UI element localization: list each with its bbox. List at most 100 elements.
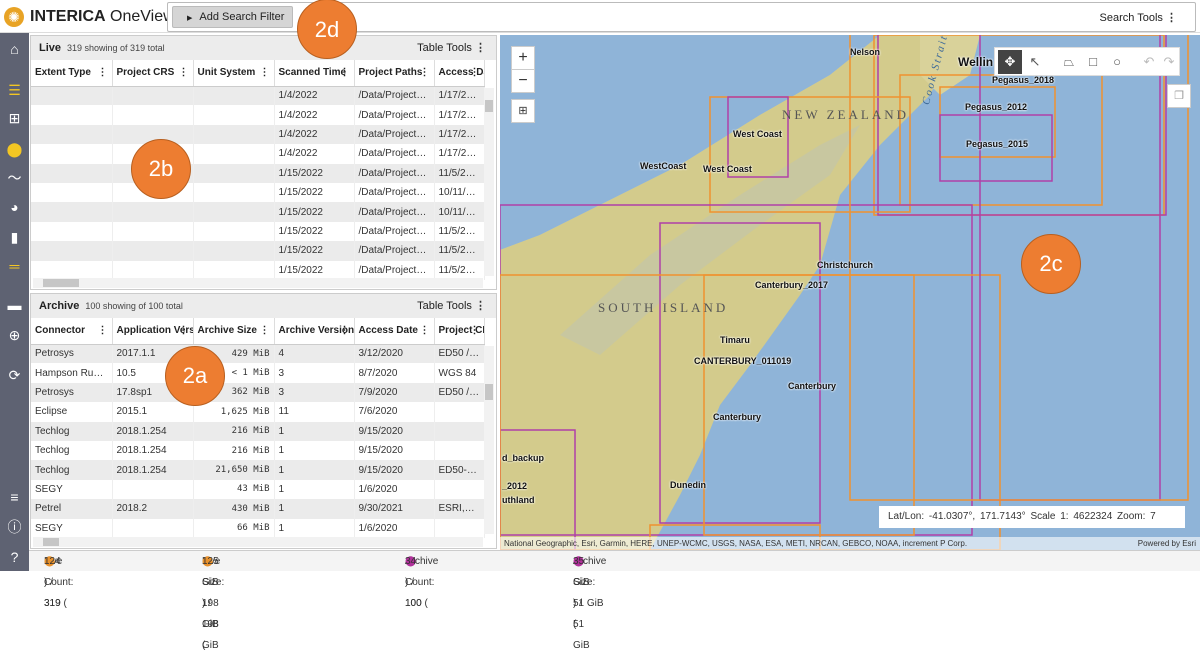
table-row[interactable]: 1/15/2022/Data/Projects... 11/5/2021 bbox=[31, 260, 485, 280]
table-cell: 21,650 MiB bbox=[193, 460, 275, 480]
column-header[interactable]: Archive Size ⋮ bbox=[193, 318, 275, 345]
table-cell bbox=[193, 260, 275, 280]
table-row[interactable]: Techlog 2018.1.254 216 MiB 1 9/15/2020 bbox=[31, 421, 485, 441]
live-coverage-rect bbox=[703, 274, 915, 536]
kebab-icon[interactable]: ⋮ bbox=[340, 325, 350, 336]
kebab-icon[interactable]: ⋮ bbox=[98, 325, 108, 336]
kebab-icon[interactable]: ⋮ bbox=[98, 67, 108, 78]
column-header[interactable]: Application Version⋮ bbox=[112, 318, 194, 345]
table-cell: 1/4/2022 bbox=[274, 86, 355, 106]
kebab-icon[interactable]: ⋮ bbox=[470, 325, 480, 336]
table-icon[interactable]: ☰ bbox=[0, 78, 29, 102]
table-cell bbox=[112, 105, 194, 125]
kebab-icon[interactable]: ⋮ bbox=[470, 67, 480, 78]
add-folder-icon[interactable]: ⊕ bbox=[0, 323, 29, 347]
table-cell: 1/15/2022 bbox=[274, 163, 355, 183]
table-row[interactable]: 1/4/2022/Data/Projects... 1/17/2020 bbox=[31, 124, 485, 145]
horizontal-scrollbar[interactable] bbox=[33, 278, 483, 288]
kebab-icon[interactable]: ⋮ bbox=[420, 325, 430, 336]
table-cell: /Data/Projects... bbox=[354, 105, 435, 125]
zoom-in-button[interactable]: + bbox=[511, 46, 535, 70]
info-icon[interactable]: ⓘ bbox=[0, 515, 29, 539]
folder-icon[interactable]: ▬ bbox=[0, 293, 29, 317]
table-cell bbox=[31, 86, 113, 106]
menu-icon[interactable]: ≡ bbox=[0, 485, 29, 509]
layers-icon[interactable]: ❐ bbox=[1167, 84, 1191, 108]
map-label: Wellin bbox=[958, 55, 994, 69]
table-row[interactable]: 1/15/2022/Data/Projects... 11/5/2021 bbox=[31, 221, 485, 242]
column-header[interactable]: Access Date⋮ bbox=[434, 60, 485, 87]
table-row[interactable]: Techlog 2018.1.254 216 MiB 1 9/15/2020 bbox=[31, 440, 485, 461]
table-cell bbox=[193, 241, 275, 261]
table-cell: ED50 / UTM bbox=[434, 344, 485, 364]
ruler-icon[interactable]: ═ bbox=[0, 254, 29, 278]
search-tools-button[interactable]: Search Tools ⋮ bbox=[1100, 11, 1177, 24]
table-row[interactable]: SEGY 66 MiB 1 1/6/2020 bbox=[31, 518, 485, 538]
vertical-scrollbar[interactable] bbox=[484, 346, 494, 534]
home-icon[interactable]: ⌂ bbox=[0, 37, 29, 61]
map-label: Canterbury bbox=[713, 412, 762, 422]
table-row[interactable]: 1/4/2022/Data/Projects... 1/17/2020 bbox=[31, 86, 485, 106]
table-row[interactable]: Petrosys17.8sp1362 MiB37/9/2020ED50 / UT… bbox=[31, 382, 485, 403]
table-cell: 2018.1.254 bbox=[112, 440, 194, 461]
table-row[interactable]: 1/4/2022/Data/Projects... 1/17/2020 bbox=[31, 105, 485, 125]
bar-chart-icon[interactable]: ▮ bbox=[0, 225, 29, 249]
polygon-icon[interactable]: ⏢ bbox=[1057, 50, 1081, 74]
column-header[interactable]: Project CRS⋮ bbox=[112, 60, 194, 87]
table-cell: 9/15/2020 bbox=[354, 440, 435, 461]
column-header[interactable]: Archive Version ⋮ bbox=[274, 318, 355, 345]
column-header[interactable]: Access Date⋮ bbox=[354, 318, 435, 345]
region-label: NEW ZEALAND bbox=[782, 107, 909, 122]
circle-icon[interactable]: ○ bbox=[1105, 50, 1129, 74]
kebab-icon[interactable]: ⋮ bbox=[260, 325, 270, 336]
table-row[interactable]: Petrel2018.2430 MiB19/30/2021ESRI,PE_10 bbox=[31, 499, 485, 519]
table-row[interactable]: Petrosys 2017.1.1 429 MiB 4 3/12/2020 ED50 / … bbox=[31, 344, 485, 364]
column-header[interactable]: Scanned Time ⋮ bbox=[274, 60, 355, 87]
kebab-icon[interactable]: ⋮ bbox=[260, 67, 270, 78]
table-row[interactable]: 1/15/2022/Data/Projects... 11/5/2021 bbox=[31, 163, 485, 183]
table-row[interactable]: 1/15/2022/Data/Projects... 11/5/2021 bbox=[31, 241, 485, 261]
column-header[interactable]: Connector ⋮ bbox=[31, 318, 113, 345]
column-header[interactable]: Extent Type ⋮ bbox=[31, 60, 113, 87]
help-icon[interactable]: ? bbox=[0, 545, 29, 569]
map-view[interactable]: NEW ZEALAND SOUTH ISLAND Cook Strait Nel… bbox=[500, 35, 1200, 550]
zoom-out-button[interactable]: − bbox=[511, 69, 535, 93]
column-header[interactable]: Project CRS⋮ bbox=[434, 318, 485, 345]
table-row[interactable]: 1/15/2022/Data/Projects... 10/11/2019 bbox=[31, 182, 485, 203]
table-cell: 1/17/2020 bbox=[434, 144, 485, 164]
pie-chart-icon[interactable]: ◕ bbox=[0, 195, 29, 219]
vertical-scrollbar[interactable] bbox=[484, 88, 494, 276]
table-row[interactable]: 1/4/2022/Data/Projects... 1/17/2020 bbox=[31, 144, 485, 164]
hierarchy-icon[interactable]: ⊞ bbox=[0, 106, 29, 130]
sync-icon[interactable]: ⟳ bbox=[0, 363, 29, 387]
column-header[interactable]: Unit System ⋮ bbox=[193, 60, 275, 87]
table-tools-button[interactable]: Table Tools ⋮ bbox=[417, 294, 486, 318]
table-row[interactable]: Hampson Russ... 10.5 < 1 MiB 3 8/7/2020 WGS 8… bbox=[31, 363, 485, 383]
add-search-filter-button[interactable]: ▶ Add Search Filter bbox=[172, 6, 293, 28]
table-row[interactable]: Techlog 2018.1.254 21,650 MiB 1 9/15/2020 ED5… bbox=[31, 460, 485, 480]
column-header[interactable]: Project Paths ⋮ bbox=[354, 60, 435, 87]
table-row[interactable]: Eclipse 2015.1 1,625 MiB 11 7/6/2020 bbox=[31, 402, 485, 422]
rectangle-icon[interactable]: □ bbox=[1081, 50, 1105, 74]
kebab-icon[interactable]: ⋮ bbox=[179, 67, 189, 78]
kebab-icon[interactable]: ⋮ bbox=[179, 325, 189, 336]
kebab-icon[interactable]: ⋮ bbox=[420, 67, 430, 78]
table-tools-button[interactable]: Table Tools ⋮ bbox=[417, 36, 486, 60]
table-row[interactable]: SEGY 43 MiB 1 1/6/2020 bbox=[31, 479, 485, 500]
table-cell bbox=[112, 202, 194, 222]
caret-right-icon: ▶ bbox=[187, 15, 193, 22]
table-row[interactable]: 1/15/2022/Data/Projects... 10/11/2019 bbox=[31, 202, 485, 222]
map-label: West Coast bbox=[703, 164, 752, 174]
redo-icon[interactable]: ↷ bbox=[1157, 50, 1181, 74]
line-chart-icon[interactable]: 〜 bbox=[0, 166, 29, 190]
table-cell: 1 bbox=[274, 460, 355, 480]
select-arrow-icon[interactable]: ↖ bbox=[1023, 50, 1047, 74]
table-cell: Petrosys bbox=[31, 344, 113, 364]
horizontal-scrollbar[interactable] bbox=[33, 537, 483, 547]
extent-icon[interactable]: ⊞ bbox=[511, 99, 535, 123]
kebab-icon[interactable]: ⋮ bbox=[340, 67, 350, 78]
live-panel: Live 319 showing of 319 total Table Tools… bbox=[30, 35, 497, 290]
map-pin-icon[interactable]: ⬤ bbox=[0, 137, 29, 161]
pan-icon[interactable]: ✥ bbox=[998, 50, 1022, 74]
map-label: Timaru bbox=[720, 335, 750, 345]
